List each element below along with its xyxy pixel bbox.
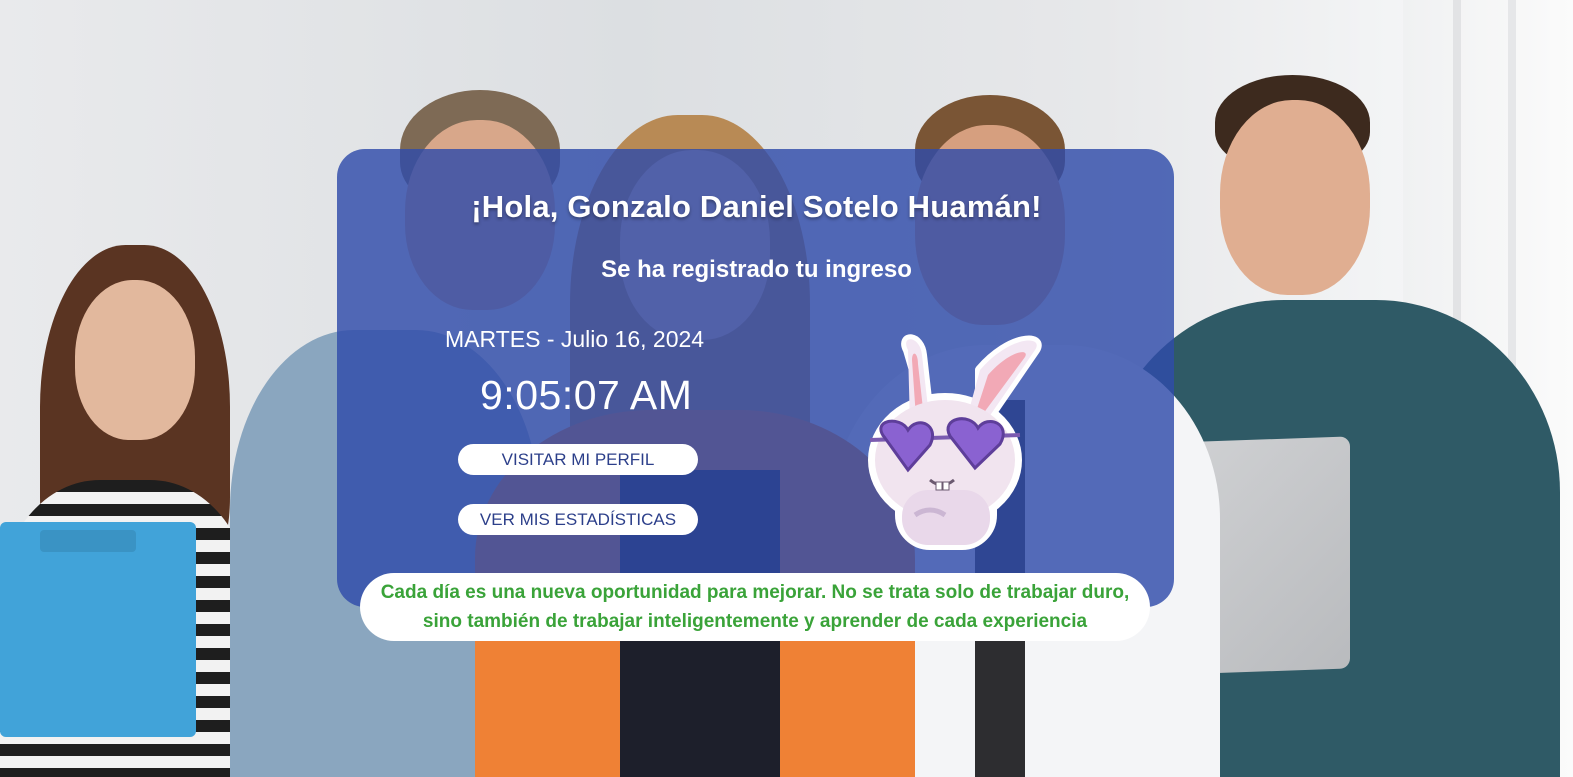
bunny-sunglasses-icon (868, 334, 1042, 550)
checkin-subtitle: Se ha registrado tu ingreso (601, 256, 912, 283)
current-time: 9:05:07 AM (480, 372, 693, 418)
greeting-title: ¡Hola, Gonzalo Daniel Sotelo Huamán! (471, 189, 1042, 224)
view-stats-button[interactable]: VER MIS ESTADÍSTICAS (458, 504, 698, 535)
current-date: MARTES - Julio 16, 2024 (445, 326, 705, 352)
quote-text: Cada día es una nueva oportunidad para m… (380, 582, 1130, 632)
motivational-quote: Cada día es una nueva oportunidad para m… (360, 573, 1150, 641)
blue-folder (0, 522, 196, 737)
welcome-screen: ¡Hola, Gonzalo Daniel Sotelo Huamán! Se … (0, 0, 1573, 777)
visit-profile-button[interactable]: VISITAR MI PERFIL (458, 444, 698, 475)
